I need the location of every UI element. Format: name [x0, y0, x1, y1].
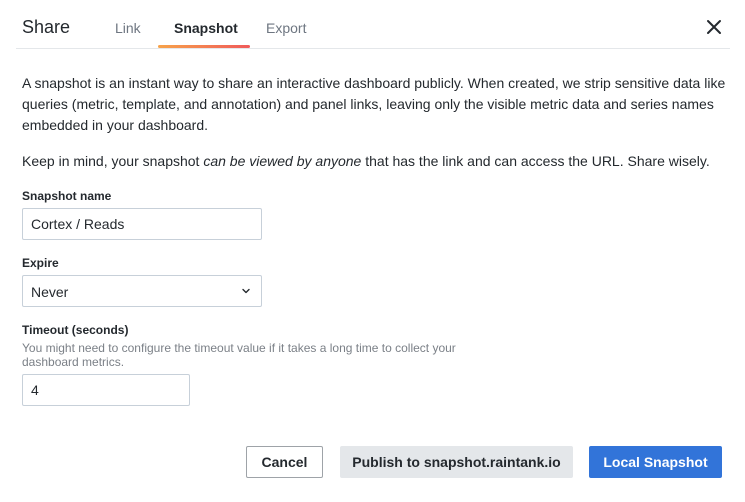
expire-select[interactable]: Never [22, 275, 262, 307]
local-snapshot-button[interactable]: Local Snapshot [589, 446, 722, 478]
publish-snapshot-button[interactable]: Publish to snapshot.raintank.io [340, 446, 573, 478]
cancel-button[interactable]: Cancel [246, 446, 323, 478]
expire-label: Expire [22, 256, 59, 270]
chevron-down-icon [242, 288, 250, 294]
warning-emphasis: can be viewed by anyone [203, 153, 362, 169]
modal-header: Share Link Snapshot Export [0, 0, 745, 49]
expire-selected-value: Never [31, 284, 69, 300]
warning-text-end: that has the link and can access the URL… [361, 153, 710, 169]
modal-title: Share [22, 17, 71, 37]
warning-text-start: Keep in mind, your snapshot [22, 153, 204, 169]
timeout-hint: You might need to configure the timeout … [22, 341, 456, 369]
close-button[interactable] [704, 17, 724, 37]
snapshot-name-input[interactable] [22, 208, 262, 240]
snapshot-warning: Keep in mind, your snapshot can be viewe… [22, 151, 732, 172]
snapshot-name-label: Snapshot name [22, 189, 112, 203]
timeout-input[interactable] [22, 374, 190, 406]
tab-snapshot[interactable]: Snapshot [174, 20, 238, 36]
snapshot-description: A snapshot is an instant way to share an… [22, 75, 726, 133]
close-icon [707, 20, 721, 34]
timeout-label: Timeout (seconds) [22, 323, 129, 337]
tab-link[interactable]: Link [115, 20, 141, 36]
tab-export[interactable]: Export [266, 20, 306, 36]
header-divider [16, 48, 730, 49]
